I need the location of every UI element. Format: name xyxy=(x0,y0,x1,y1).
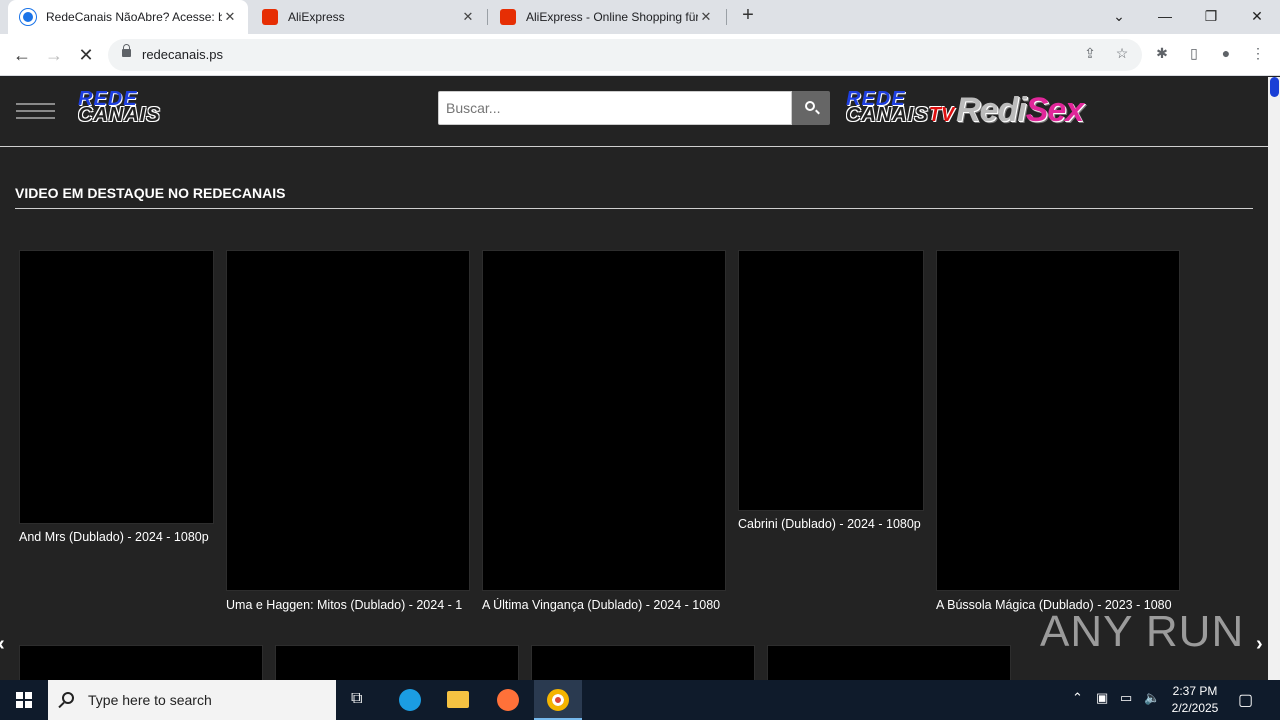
tray-chevron-up-icon[interactable]: ⌃ xyxy=(1072,690,1083,706)
browser-menu-icon[interactable]: ⋮ xyxy=(1248,45,1268,65)
search-icon xyxy=(62,692,74,704)
aliexpress-favicon-icon xyxy=(500,9,516,25)
tab-title: AliExpress xyxy=(288,10,345,24)
clock-time: 2:37 PM xyxy=(1172,684,1218,698)
section-title: VIDEO EM DESTAQUE NO REDECANAIS xyxy=(15,185,286,201)
video-thumbnail[interactable] xyxy=(19,645,263,680)
notifications-icon[interactable]: ▢ xyxy=(1238,690,1253,710)
close-window-button[interactable]: ✕ xyxy=(1234,0,1280,34)
site-search-input[interactable] xyxy=(438,91,792,125)
profile-avatar-icon[interactable]: ● xyxy=(1216,45,1236,65)
video-caption[interactable]: Cabrini (Dublado) - 2024 - 1080p xyxy=(738,517,928,531)
redecanais-logo[interactable]: REDE CANAIS xyxy=(78,89,161,126)
tab-search-chevron-icon[interactable]: ⌄ xyxy=(1096,0,1142,34)
logo-sex-part-1: Redi xyxy=(956,91,1027,129)
redecanais-favicon-icon xyxy=(20,9,36,25)
taskbar-search-text: Type here to search xyxy=(88,692,212,708)
logo-sex-part-2: Sex xyxy=(1025,91,1084,129)
scrollbar-thumb[interactable] xyxy=(1270,77,1279,97)
network-icon[interactable]: ▭ xyxy=(1120,690,1132,706)
aliexpress-favicon-icon xyxy=(262,9,278,25)
site-search-button[interactable] xyxy=(792,91,830,125)
video-thumbnail[interactable] xyxy=(936,250,1180,591)
tab-aliexpress-2[interactable]: AliExpress - Online Shopping für ✕ xyxy=(488,0,724,34)
file-explorer-icon[interactable] xyxy=(434,680,482,720)
close-tab-icon[interactable]: ✕ xyxy=(222,9,238,25)
tab-title: AliExpress - Online Shopping für xyxy=(526,10,698,24)
firefox-icon[interactable] xyxy=(484,680,532,720)
address-url[interactable]: redecanais.ps xyxy=(142,47,223,62)
logo-tv-line-2: CANAIS xyxy=(846,104,929,126)
site-header: REDE CANAIS REDE CANAISTV RediSex xyxy=(0,77,1268,147)
hamburger-menu-icon[interactable] xyxy=(16,103,55,119)
chrome-icon[interactable] xyxy=(534,680,582,720)
video-caption[interactable]: Uma e Haggen: Mitos (Dublado) - 2024 - 1 xyxy=(226,598,470,612)
new-tab-button[interactable]: + xyxy=(738,4,758,30)
video-thumbnail[interactable] xyxy=(482,250,726,591)
video-thumbnail[interactable] xyxy=(738,250,924,511)
section-divider xyxy=(15,208,1253,209)
redecanais-tv-logo[interactable]: REDE CANAISTV xyxy=(846,89,955,126)
tab-title: RedeCanais NãoAbre? Acesse: b xyxy=(46,10,222,24)
close-tab-icon[interactable]: ✕ xyxy=(698,9,714,25)
redisex-logo[interactable]: RediSex xyxy=(956,91,1084,130)
video-caption[interactable]: And Mrs (Dublado) - 2024 - 1080p xyxy=(19,530,219,544)
taskbar-search-box[interactable]: Type here to search xyxy=(48,680,336,720)
lock-icon xyxy=(122,44,131,57)
stop-loading-icon[interactable]: ✕ xyxy=(73,42,99,68)
tab-separator xyxy=(726,9,727,25)
video-thumbnail[interactable] xyxy=(19,250,214,524)
address-bar[interactable]: redecanais.ps ⇪ ☆ xyxy=(108,39,1142,71)
start-button[interactable] xyxy=(0,680,48,720)
logo-tv-suffix: TV xyxy=(928,104,955,126)
video-thumbnail[interactable] xyxy=(275,645,519,680)
tab-aliexpress-1[interactable]: AliExpress ✕ xyxy=(250,0,486,34)
task-view-icon[interactable]: ⧉ xyxy=(336,680,384,720)
bookmark-star-icon[interactable]: ☆ xyxy=(1112,45,1132,65)
windows-logo-icon xyxy=(16,692,32,708)
restore-button[interactable]: ❐ xyxy=(1188,0,1234,34)
windows-taskbar: Type here to search ⧉ ⌃ ▣ ▭ 🔈 2:37 PM 2/… xyxy=(0,680,1280,720)
volume-icon[interactable]: 🔈 xyxy=(1144,690,1160,706)
taskbar-clock[interactable]: 2:37 PM 2/2/2025 xyxy=(1166,683,1224,717)
clock-date: 2/2/2025 xyxy=(1171,701,1219,715)
extensions-puzzle-icon[interactable]: ✱ xyxy=(1152,45,1172,65)
side-panel-icon[interactable]: ▯ xyxy=(1184,45,1204,65)
video-caption[interactable]: A Última Vingança (Dublado) - 2024 - 108… xyxy=(482,598,726,612)
share-icon[interactable]: ⇪ xyxy=(1080,45,1100,65)
search-icon xyxy=(805,101,815,111)
back-arrow-icon[interactable]: ← xyxy=(9,42,35,68)
device-icon[interactable]: ▣ xyxy=(1096,690,1108,706)
tab-redecanais[interactable]: RedeCanais NãoAbre? Acesse: b ✕ xyxy=(8,0,248,34)
carousel-next-icon[interactable]: › xyxy=(1256,633,1263,656)
browser-toolbar: ← → ✕ redecanais.ps ⇪ ☆ ✱ ▯ ● ⋮ xyxy=(0,34,1280,76)
web-page: REDE CANAIS REDE CANAISTV RediSex VIDEO … xyxy=(0,77,1268,680)
minimize-button[interactable]: — xyxy=(1142,0,1188,34)
logo-line-2: CANAIS xyxy=(78,104,161,126)
video-thumbnail[interactable] xyxy=(226,250,470,591)
carousel-prev-icon[interactable]: ‹ xyxy=(0,633,5,656)
video-thumbnail[interactable] xyxy=(767,645,1011,680)
anyrun-watermark: ANY RUN xyxy=(1040,607,1245,656)
close-tab-icon[interactable]: ✕ xyxy=(460,9,476,25)
edge-icon[interactable] xyxy=(386,680,434,720)
browser-tab-strip: RedeCanais NãoAbre? Acesse: b ✕ AliExpre… xyxy=(0,0,1280,34)
video-thumbnail[interactable] xyxy=(531,645,755,680)
forward-arrow-icon[interactable]: → xyxy=(41,42,67,68)
page-scrollbar[interactable] xyxy=(1268,77,1280,680)
